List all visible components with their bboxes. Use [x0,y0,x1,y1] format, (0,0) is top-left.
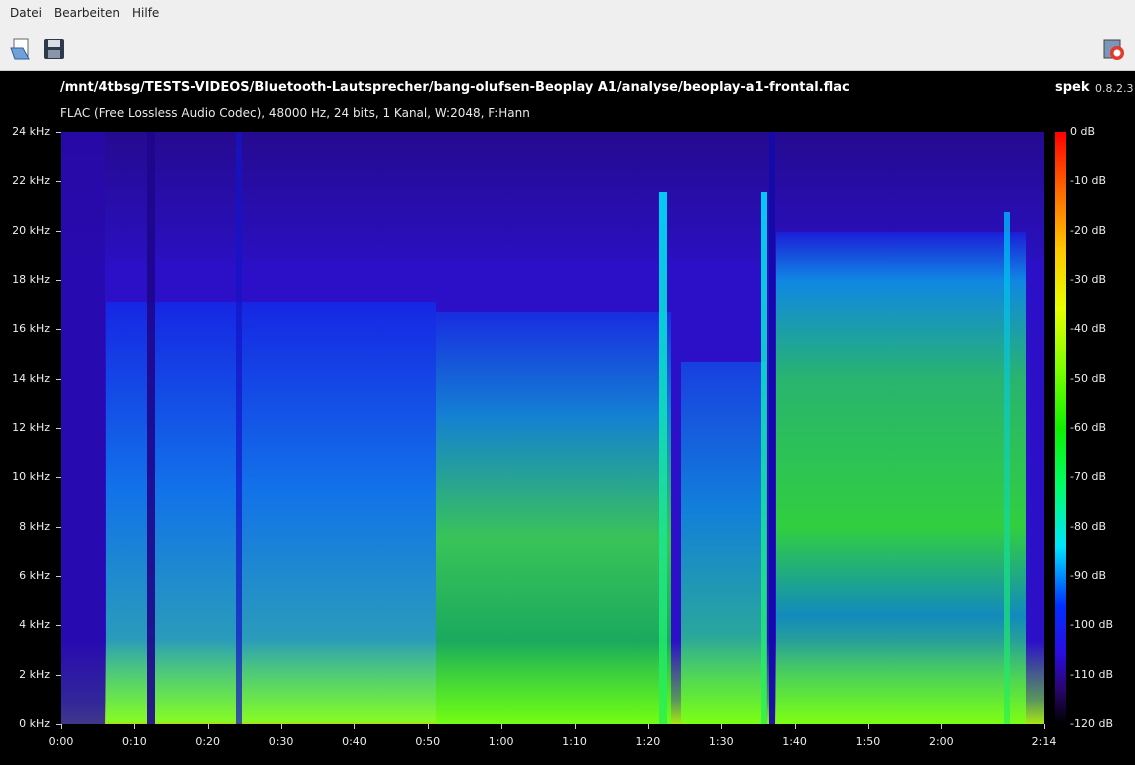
dark-stripe [61,132,105,724]
x-tick-label: 1:00 [488,735,514,748]
y-tick-mark [56,576,61,577]
y-tick-label: 16 kHz [12,322,50,336]
file-path: /mnt/4tbsg/TESTS-VIDEOS/Bluetooth-Lautsp… [60,80,850,95]
spectrogram-plot[interactable] [61,132,1044,724]
db-tick-label: -70 dB [1070,470,1106,484]
menu-datei[interactable]: Datei [10,6,42,20]
x-tick-label: 1:40 [782,735,807,748]
y-tick-label: 4 kHz [19,618,50,632]
y-tick-label: 2 kHz [19,667,50,681]
db-tick-label: -90 dB [1070,569,1106,582]
middle-section-region [436,312,671,724]
x-tick-label: 0:00 [48,735,74,748]
x-tick-label: 0:40 [342,735,367,748]
x-tick-mark [867,724,869,729]
save-icon[interactable] [41,36,67,62]
y-tick-label: 14 kHz [12,371,50,385]
y-tick-label: 24 kHz [12,125,50,138]
db-tick-label: -100 dB [1070,618,1113,632]
db-tick-label: -30 dB [1070,273,1106,286]
x-tick-mark [647,724,649,729]
x-tick-mark [207,724,209,729]
help-icon[interactable] [1100,36,1126,62]
y-tick-mark [56,674,61,676]
x-tick-label: 1:50 [855,735,881,748]
late-section-region [681,362,766,724]
toolbar [0,28,1135,71]
db-tick-label: -60 dB [1070,421,1106,434]
db-tick-label: -10 dB [1070,174,1106,188]
y-tick-mark [56,280,61,281]
db-tick-label: -40 dB [1070,322,1106,336]
y-tick-mark [56,181,61,183]
x-tick-mark [427,724,429,729]
y-tick-label: 22 kHz [12,174,50,188]
x-tick-label: 2:14 [1031,735,1057,748]
y-tick-label: 0 kHz [19,717,50,730]
y-tick-mark [56,625,61,627]
x-tick-mark [721,724,723,729]
menu-bearbeiten[interactable]: Bearbeiten [54,6,120,20]
frequency-peak [761,192,767,724]
y-tick-mark [56,477,61,479]
y-tick-mark [56,428,61,429]
x-tick-label: 0:30 [268,735,294,748]
spectrogram-viewer: /mnt/4tbsg/TESTS-VIDEOS/Bluetooth-Lautsp… [0,71,1135,765]
x-tick-label: 0:20 [195,735,221,748]
db-tick-label: -80 dB [1070,519,1106,533]
y-tick-label: 20 kHz [12,223,50,237]
y-tick-label: 8 kHz [19,519,50,533]
y-tick-mark [56,329,61,331]
dark-stripe [147,132,155,724]
x-tick-label: 2:00 [928,735,954,748]
y-tick-label: 12 kHz [12,421,50,434]
x-tick-mark [281,724,283,729]
open-file-icon[interactable] [9,36,35,62]
app-name: spek [1055,80,1090,95]
x-tick-label: 1:10 [562,735,587,748]
y-tick-mark [56,378,61,380]
y-tick-mark [56,526,61,528]
frequency-peak [1004,212,1010,724]
x-tick-mark [794,724,796,729]
x-tick-mark [941,724,943,729]
y-tick-label: 10 kHz [12,470,50,484]
early-section-region [106,302,436,722]
format-info: FLAC (Free Lossless Audio Codec), 48000 … [60,106,530,120]
x-tick-label: 0:50 [415,735,441,748]
menu-hilfe[interactable]: Hilfe [132,6,159,20]
x-tick-mark [354,724,356,729]
x-tick-mark [1044,724,1045,729]
db-tick-label: -120 dB [1070,717,1113,730]
color-scale-bar [1055,132,1066,724]
db-tick-label: 0 dB [1070,125,1096,138]
dark-stripe [236,132,242,724]
x-tick-label: 1:30 [708,735,734,748]
db-tick-label: -20 dB [1070,223,1106,237]
dark-stripe [769,132,775,724]
x-tick-label: 0:10 [121,735,147,748]
x-tick-mark [501,724,503,729]
menu-bar: Datei Bearbeiten Hilfe [0,0,1135,28]
x-tick-mark [61,724,62,729]
x-tick-mark [574,724,576,729]
app-version: 0.8.2.3 [1095,82,1134,95]
x-tick-label: 1:20 [635,735,661,748]
final-section-region [776,232,1026,724]
y-tick-mark [56,230,61,232]
db-tick-label: -50 dB [1070,371,1106,385]
frequency-peak [659,192,667,724]
db-tick-label: -110 dB [1070,667,1113,681]
x-tick-mark [134,724,136,729]
y-tick-label: 18 kHz [12,273,50,286]
y-tick-label: 6 kHz [19,569,50,582]
y-tick-mark [56,132,61,133]
